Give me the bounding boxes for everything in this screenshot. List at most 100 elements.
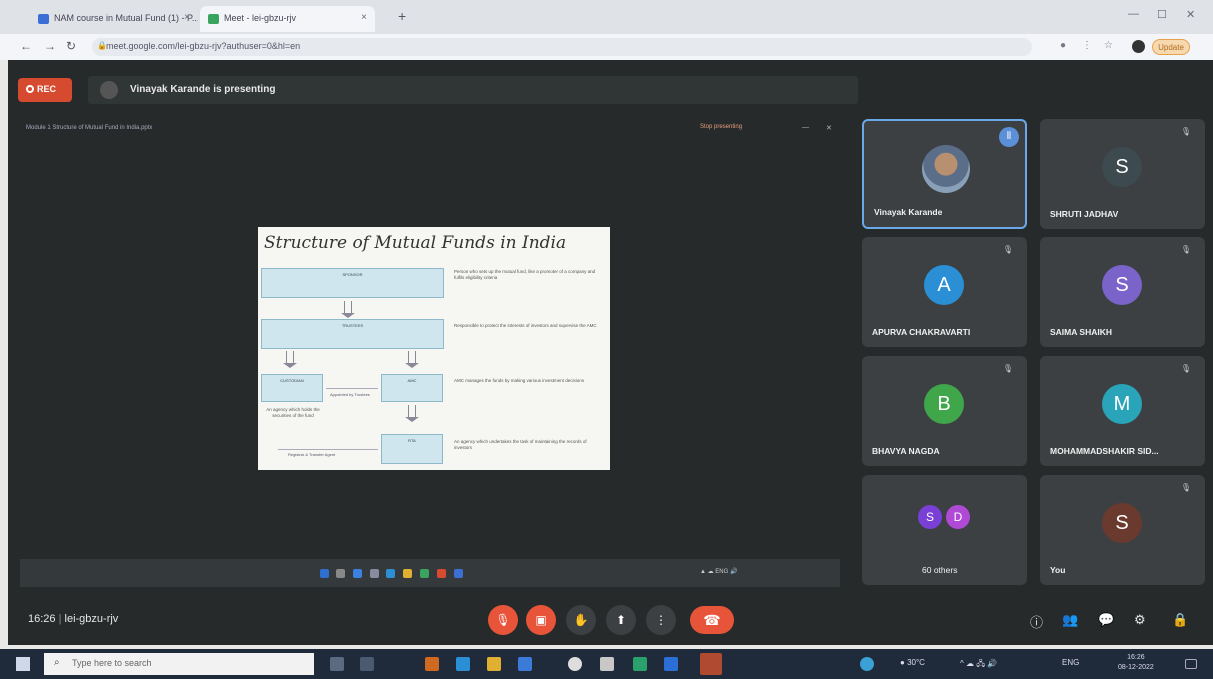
office-icon[interactable] [425, 657, 439, 671]
windows-start-icon[interactable] [16, 657, 30, 671]
back-icon[interactable]: ← [20, 39, 32, 53]
slide-title: Structure of Mutual Funds in India [264, 233, 567, 253]
mic-off-button[interactable]: 🎙 [488, 605, 518, 635]
window-close-icon[interactable]: ✕ [1186, 8, 1195, 21]
system-tray-icons[interactable]: ^ ☁ 🖧 🔊 [960, 658, 997, 672]
camera-off-button[interactable]: ▣ [526, 605, 556, 635]
self-tile[interactable]: 🎙 S You [1040, 475, 1205, 585]
taskbar-clock[interactable]: 16:26 08-12-2022 [1118, 653, 1154, 673]
forward-icon[interactable]: → [44, 39, 56, 53]
meeting-time: 16:26 [28, 613, 56, 625]
edge-icon[interactable] [456, 657, 470, 671]
meeting-code: lei-gbzu-rjv [64, 613, 119, 625]
participant-name: SAIMA SHAIKH [1050, 327, 1113, 337]
participant-name: You [1050, 565, 1066, 575]
profile-avatar[interactable] [1132, 40, 1145, 53]
task-view-icon[interactable] [360, 657, 374, 671]
shared-screen-taskbar: ▲ ☁ ENG 🔊 [20, 559, 840, 587]
host-controls-icon[interactable]: 🔒 [1172, 612, 1188, 628]
stop-presenting-link[interactable]: Stop presenting [700, 124, 742, 130]
amc-box: AMC [381, 374, 443, 402]
powerpoint-icon[interactable] [700, 653, 722, 675]
rta-box: RTA [381, 434, 443, 464]
weather-icon[interactable] [860, 657, 874, 671]
chrome-icon[interactable] [568, 657, 582, 671]
chat-icon[interactable]: 💬 [1098, 612, 1114, 628]
participant-name: Vinayak Karande [874, 207, 943, 217]
cortana-icon[interactable] [330, 657, 344, 671]
participant-avatar: A [924, 265, 964, 305]
tab-favicon-icon [38, 14, 49, 24]
url-input[interactable]: 🔒 meet.google.com/lei-gbzu-rjv?authuser=… [92, 38, 1032, 56]
address-bar: ← → ↻ 🔒 meet.google.com/lei-gbzu-rjv?aut… [0, 34, 1213, 60]
presenter-avatar [100, 81, 118, 99]
app-icon[interactable] [600, 657, 614, 671]
arrow-down-icon [405, 405, 419, 422]
others-tile[interactable]: S D 60 others [862, 475, 1027, 585]
minimize-icon[interactable]: — [1128, 8, 1139, 20]
update-button[interactable]: Update [1152, 39, 1190, 55]
speaking-indicator-icon: ⦀ [999, 127, 1019, 147]
app-icon[interactable] [633, 657, 647, 671]
reload-icon[interactable]: ↻ [66, 39, 76, 53]
camera-permission-icon[interactable]: ● [1060, 40, 1066, 51]
recording-badge: REC [18, 78, 72, 102]
notifications-icon[interactable] [1185, 659, 1197, 669]
present-now-button[interactable]: ⬆ [606, 605, 636, 635]
more-options-button[interactable]: ⋮ [646, 605, 676, 635]
mic-muted-icon: 🎙 [1180, 127, 1191, 136]
clock-time: 16:26 [1127, 654, 1145, 661]
shared-minimize-icon: — [802, 124, 809, 131]
people-icon[interactable]: 👥 [1062, 612, 1078, 628]
activities-icon[interactable]: ⚙ [1134, 612, 1146, 628]
appointed-label: Appointed by Trustees [330, 392, 370, 397]
share-page-icon[interactable]: ⋮ [1082, 40, 1092, 51]
close-tab-icon[interactable]: × [361, 12, 367, 23]
connector-line [326, 388, 378, 389]
meeting-details-icon[interactable]: ⓘ [1030, 612, 1043, 631]
word-icon[interactable] [664, 657, 678, 671]
language-indicator[interactable]: ENG [1062, 658, 1079, 667]
trustees-description: Responsible to protect the interests of … [454, 323, 597, 328]
participant-avatar: S [1102, 265, 1142, 305]
clock-date: 08-12-2022 [1118, 664, 1154, 671]
presenter-text: Vinayak Karande is presenting [130, 84, 276, 95]
browser-tab-2[interactable]: Meet - lei-gbzu-rjv × [200, 6, 375, 32]
participant-name: BHAVYA NAGDA [872, 446, 940, 456]
bookmark-star-icon[interactable]: ☆ [1104, 40, 1113, 51]
leave-call-button[interactable]: ☎ [690, 606, 734, 634]
presenter-banner: Vinayak Karande is presenting [88, 76, 858, 104]
store-icon[interactable] [518, 657, 532, 671]
sponsor-description: Person who sets up the mutual fund, like… [454, 269, 596, 280]
participant-name: MOHAMMADSHAKIR SID... [1050, 446, 1159, 456]
browser-tab-1[interactable]: NAM course in Mutual Fund (1) - P... × [30, 6, 198, 32]
mic-muted-icon: 🎙 [1180, 245, 1191, 254]
search-placeholder: Type here to search [72, 658, 152, 668]
browser-tab-strip: NAM course in Mutual Fund (1) - P... × M… [0, 0, 1213, 34]
raise-hand-button[interactable]: ✋ [566, 605, 596, 635]
sponsor-box: SPONSOR [261, 268, 444, 298]
weather-value: 30°C [907, 658, 925, 667]
taskbar-search-input[interactable]: ⌕ Type here to search [44, 653, 314, 675]
search-icon: ⌕ [54, 657, 60, 668]
trustees-box: TRUSTEES [261, 319, 444, 349]
file-explorer-icon[interactable] [487, 657, 501, 671]
powerpoint-icon [437, 569, 446, 578]
participant-tile[interactable]: 🎙 S SAIMA SHAIKH [1040, 237, 1205, 347]
participant-avatar: M [1102, 384, 1142, 424]
close-tab-icon[interactable]: × [184, 12, 190, 23]
new-tab-icon[interactable]: + [398, 8, 406, 24]
participant-tile[interactable]: ⦀ Vinayak Karande [862, 119, 1027, 229]
participant-avatar: S [918, 505, 942, 529]
participant-tile[interactable]: 🎙 S SHRUTI JADHAV [1040, 119, 1205, 229]
participant-tile[interactable]: 🎙 M MOHAMMADSHAKIR SID... [1040, 356, 1205, 466]
participant-name: SHRUTI JADHAV [1050, 209, 1119, 219]
widgets-icon [370, 569, 379, 578]
participant-tile[interactable]: 🎙 B BHAVYA NAGDA [862, 356, 1027, 466]
meet-stage [8, 60, 1213, 645]
participant-tile[interactable]: 🎙 A APURVA CHAKRAVARTI [862, 237, 1027, 347]
meet-favicon-icon [208, 14, 219, 24]
participant-name: APURVA CHAKRAVARTI [872, 327, 971, 337]
participant-avatar: S [1102, 503, 1142, 543]
maximize-icon[interactable]: ☐ [1157, 8, 1167, 21]
